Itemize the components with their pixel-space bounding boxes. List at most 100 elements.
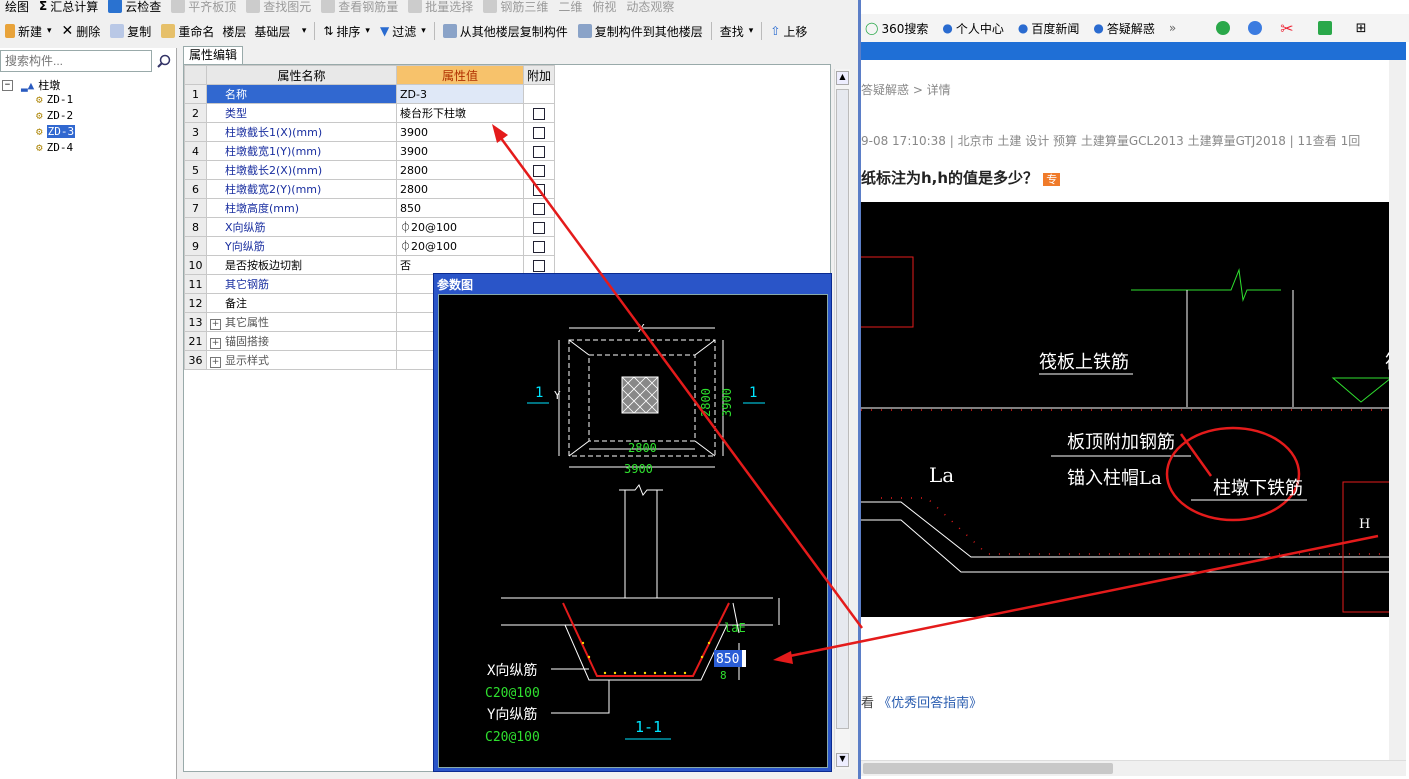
favorite-answer[interactable]: ● 答疑解惑 (1093, 20, 1155, 37)
view-2d-select[interactable]: 二维 (553, 0, 587, 17)
property-name[interactable]: + 显示样式 (206, 350, 397, 370)
batch-select-button[interactable]: 批量选择 (403, 0, 478, 17)
chat-icon[interactable] (1216, 21, 1231, 35)
extra-checkbox[interactable] (533, 202, 545, 215)
answer-guide-link[interactable]: 《优秀回答指南》 (878, 696, 982, 711)
floor-select[interactable]: 基础层 (249, 20, 311, 42)
find-button[interactable]: 查找 (715, 20, 759, 42)
property-name[interactable]: 柱墩截长1(X)(mm) (206, 122, 397, 142)
property-name[interactable]: + 锚固搭接 (206, 331, 397, 351)
breadcrumb[interactable]: 答疑解惑 > 详情 (861, 81, 951, 98)
extra-checkbox[interactable] (533, 164, 545, 177)
property-name[interactable]: + 其它属性 (206, 312, 397, 332)
browser-vertical-scrollbar[interactable] (1389, 60, 1406, 760)
property-name[interactable]: 柱墩截长2(X)(mm) (206, 160, 397, 180)
scissors-icon[interactable]: ✂ (1280, 19, 1293, 38)
new-button[interactable]: 新建 (0, 20, 57, 42)
delete-button[interactable]: ✕ 删除 (57, 20, 106, 42)
draw-button[interactable]: 绘图 (0, 0, 34, 17)
copy-to-floor-button[interactable]: 复制构件到其他楼层 (573, 20, 708, 42)
copy-from-floor-button[interactable]: 从其他楼层复制构件 (438, 20, 573, 42)
find-elem-button[interactable]: 查找图元 (241, 0, 316, 17)
scroll-down-icon[interactable]: ▼ (836, 753, 849, 767)
scroll-thumb[interactable] (836, 89, 849, 729)
scroll-up-icon[interactable]: ▲ (836, 71, 849, 85)
expand-icon[interactable]: + (210, 319, 221, 330)
property-row[interactable]: 7 柱墩高度(mm) 850 (184, 198, 556, 218)
property-row[interactable]: 2 类型 棱台形下柱墩 (184, 103, 556, 123)
extra-checkbox[interactable] (533, 221, 545, 234)
component-search-input[interactable] (0, 50, 152, 72)
property-value[interactable]: 棱台形下柱墩 (396, 103, 524, 123)
header-name[interactable]: 属性名称 (206, 65, 397, 85)
extra-checkbox[interactable] (533, 107, 545, 120)
property-value[interactable]: 3900 (396, 141, 524, 161)
dynamic-view-button[interactable]: 动态观察 (621, 0, 679, 17)
property-row[interactable]: 3 柱墩截长1(X)(mm) 3900 (184, 122, 556, 142)
property-extra[interactable] (522, 103, 556, 123)
property-row[interactable]: 5 柱墩截长2(X)(mm) 2800 (184, 160, 556, 180)
extra-checkbox[interactable] (533, 126, 545, 139)
sum-calc-button[interactable]: Σ 汇总计算 (34, 0, 103, 17)
property-extra[interactable] (522, 198, 556, 218)
view-rebar-button[interactable]: 查看钢筋量 (316, 0, 403, 17)
property-row[interactable]: 6 柱墩截宽2(Y)(mm) 2800 (184, 179, 556, 199)
property-row[interactable]: 4 柱墩截宽1(Y)(mm) 3900 (184, 141, 556, 161)
move-up-button[interactable]: ⇧ 上移 (765, 20, 812, 42)
filter-button[interactable]: ▼ 过滤 (375, 20, 431, 42)
property-name[interactable]: X向纵筋 (206, 217, 397, 237)
extra-checkbox[interactable] (533, 145, 545, 158)
header-value[interactable]: 属性值 (396, 65, 524, 85)
property-name[interactable]: 备注 (206, 293, 397, 313)
favorite-baidu-news[interactable]: ● 百度新闻 (1018, 20, 1080, 37)
property-extra[interactable] (522, 84, 556, 104)
extra-checkbox[interactable] (533, 240, 545, 253)
extra-checkbox[interactable] (533, 183, 545, 196)
property-row[interactable]: 10 是否按板边切割 否 (184, 255, 556, 275)
property-value[interactable]: 2800 (396, 179, 524, 199)
tree-item[interactable]: ⚙ ZD-3 (36, 125, 76, 138)
tree-root-column-pier[interactable]: − ▂▲ 柱墩 (2, 77, 60, 93)
property-name[interactable]: 名称 (206, 84, 397, 104)
favorite-user-center[interactable]: ● 个人中心 (942, 20, 1004, 37)
property-extra[interactable] (522, 217, 556, 237)
height-input-value[interactable]: 850 (716, 652, 739, 667)
grid-menu-icon[interactable]: ⊞ (1356, 21, 1367, 36)
property-name[interactable]: 其它钢筋 (206, 274, 397, 294)
property-extra[interactable] (522, 255, 556, 275)
property-name[interactable]: 柱墩高度(mm) (206, 198, 397, 218)
flat-top-button[interactable]: 平齐板顶 (166, 0, 241, 17)
minus-circle-icon[interactable] (1248, 21, 1263, 35)
expand-icon[interactable]: + (210, 357, 221, 368)
tree-item[interactable]: ⚙ ZD-1 (36, 93, 73, 106)
hscroll-thumb[interactable] (863, 763, 1113, 774)
property-name[interactable]: 柱墩截宽1(Y)(mm) (206, 141, 397, 161)
property-extra[interactable] (522, 160, 556, 180)
collapse-icon[interactable]: − (2, 79, 13, 91)
property-name[interactable]: 是否按板边切割 (206, 255, 397, 275)
copy-button[interactable]: 复制 (105, 20, 156, 42)
rename-button[interactable]: 重命名 (156, 20, 219, 42)
header-extra[interactable]: 附加 (522, 65, 556, 85)
browser-horizontal-scrollbar[interactable] (861, 760, 1406, 776)
property-name[interactable]: 类型 (206, 103, 397, 123)
property-value[interactable]: ⏀20@100 (396, 217, 524, 237)
tab-property-edit[interactable]: 属性编辑 (183, 46, 244, 64)
property-extra[interactable] (522, 179, 556, 199)
property-extra[interactable] (522, 141, 556, 161)
property-vertical-scrollbar[interactable]: ▲ ▼ (834, 69, 850, 769)
extra-checkbox[interactable] (533, 259, 545, 272)
sort-button[interactable]: ⇅ 排序 (318, 20, 375, 42)
view-mode-select[interactable]: 俯视 (587, 0, 621, 17)
property-row[interactable]: 9 Y向纵筋 ⏀20@100 (184, 236, 556, 256)
plugin-icon[interactable] (1317, 21, 1332, 35)
property-value[interactable]: 2800 (396, 160, 524, 180)
favorite-search-360[interactable]: ◯ 360搜索 (865, 20, 928, 37)
property-name[interactable]: Y向纵筋 (206, 236, 397, 256)
property-extra[interactable] (522, 122, 556, 142)
property-extra[interactable] (522, 236, 556, 256)
property-row[interactable]: 8 X向纵筋 ⏀20@100 (184, 217, 556, 237)
expand-icon[interactable]: + (210, 338, 221, 349)
property-value[interactable]: 否 (396, 255, 524, 275)
property-name[interactable]: 柱墩截宽2(Y)(mm) (206, 179, 397, 199)
